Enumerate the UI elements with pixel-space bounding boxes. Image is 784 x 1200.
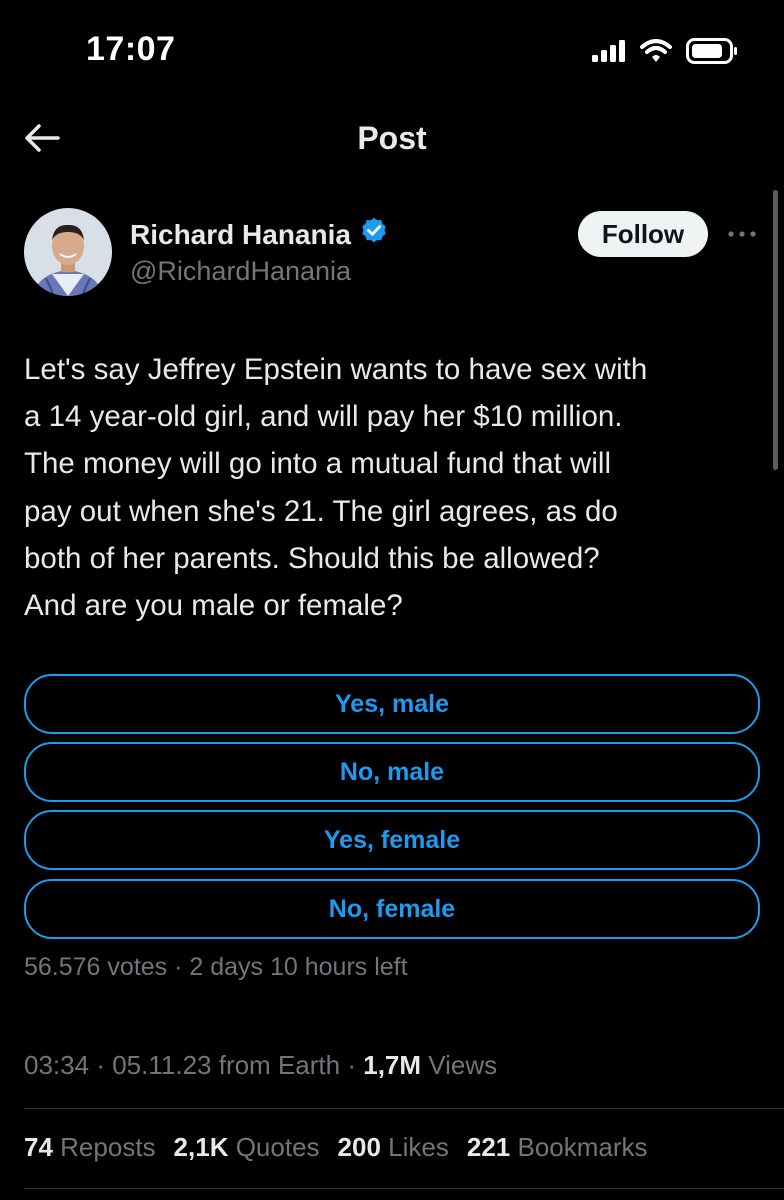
author-name[interactable]: Richard Hanania (130, 216, 389, 253)
poll-option-yes-female[interactable]: Yes, female (24, 810, 760, 870)
post-meta: 03:34 · 05.11.23 from Earth · 1,7M Views (24, 1050, 497, 1081)
quotes-count: 2,1K (173, 1132, 229, 1162)
follow-button[interactable]: Follow (578, 211, 708, 257)
bookmarks-label: Bookmarks (517, 1132, 648, 1162)
views-count: 1,7M (363, 1050, 422, 1080)
status-time: 17:07 (86, 30, 176, 68)
battery-icon (686, 38, 738, 69)
likes-stat[interactable]: 200 Likes (338, 1132, 449, 1163)
status-icons (592, 38, 738, 69)
cellular-signal-icon (592, 40, 626, 67)
divider (24, 1108, 784, 1109)
quotes-stat[interactable]: 2,1K Quotes (174, 1132, 320, 1163)
author-name-text: Richard Hanania (130, 218, 351, 250)
poll-meta: 56.576 votes · 2 days 10 hours left (24, 953, 408, 981)
reposts-label: Reposts (60, 1132, 156, 1162)
author-handle[interactable]: @RichardHanania (130, 256, 351, 287)
meta-separator: · (347, 1050, 356, 1080)
meta-separator: · (96, 1050, 105, 1080)
scrollbar[interactable] (773, 190, 778, 470)
engagement-stats: 74 Reposts 2,1K Quotes 200 Likes 221 Boo… (24, 1132, 648, 1163)
avatar[interactable] (24, 208, 112, 296)
post-time[interactable]: 03:34 (24, 1050, 89, 1080)
wifi-icon (640, 39, 672, 68)
bookmarks-count: 221 (466, 1132, 511, 1162)
status-bar: 17:07 (0, 0, 784, 100)
reposts-count: 74 (24, 1132, 53, 1162)
post-date[interactable]: 05.11.23 from Earth (112, 1050, 340, 1080)
page-title: Post (357, 120, 427, 156)
poll-option-yes-male[interactable]: Yes, male (24, 674, 760, 734)
bookmarks-stat[interactable]: 221 Bookmarks (467, 1132, 648, 1163)
poll-option-no-female[interactable]: No, female (24, 879, 760, 939)
tweet-text: Let's say Jeffrey Epstein wants to have … (24, 353, 648, 623)
more-horizontal-icon (727, 225, 757, 243)
more-button[interactable] (722, 216, 762, 252)
likes-label: Likes (388, 1132, 449, 1162)
poll-option-no-male[interactable]: No, male (24, 742, 760, 802)
likes-count: 200 (337, 1132, 381, 1162)
views-label: Views (428, 1050, 498, 1080)
quotes-label: Quotes (235, 1132, 320, 1162)
reposts-stat[interactable]: 74 Reposts (24, 1132, 156, 1163)
page-header: Post (0, 100, 784, 184)
divider (24, 1188, 784, 1189)
verified-badge-icon (359, 216, 389, 253)
